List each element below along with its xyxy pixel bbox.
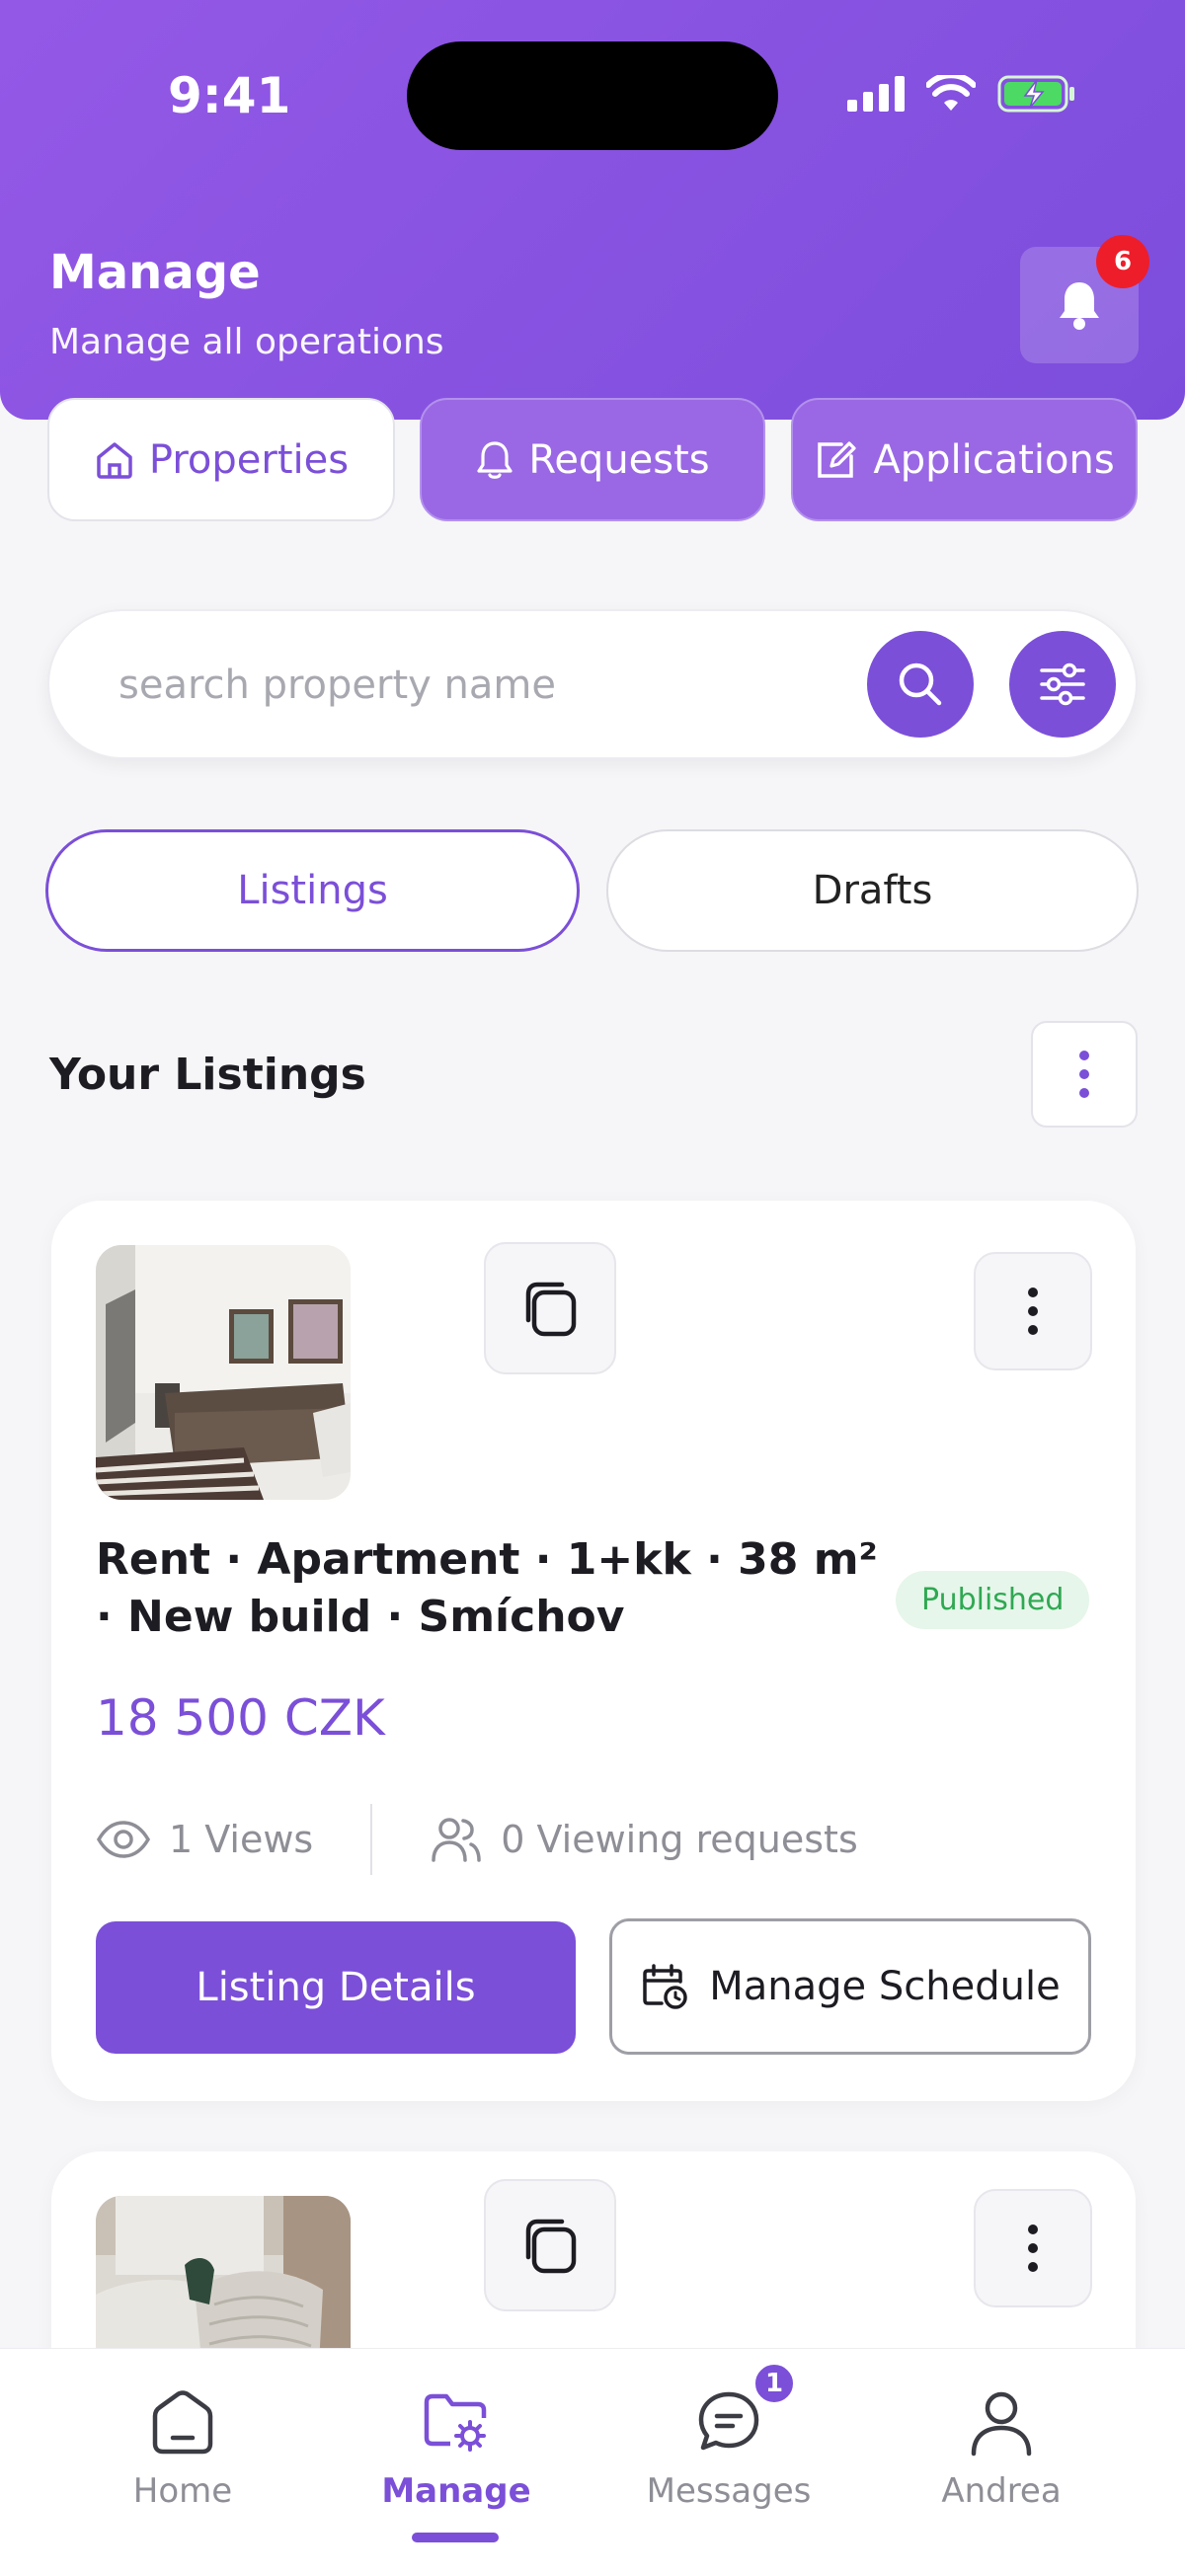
edit-icon: [818, 440, 856, 478]
views-stat: 1 Views: [96, 1818, 313, 1861]
bottom-nav: Home Manage Messages Andrea: [0, 2348, 1185, 2576]
status-badge: Published: [896, 1571, 1090, 1629]
segment-drafts[interactable]: Drafts: [606, 829, 1139, 952]
manage-schedule-button[interactable]: Manage Schedule: [609, 1918, 1091, 2055]
user-icon: [971, 2391, 1032, 2457]
listing-card[interactable]: Rent · Apartment · 1+kk · 38 m² · New bu…: [51, 1201, 1136, 2101]
nav-label: Andrea: [941, 2471, 1062, 2511]
more-vertical-icon: [1028, 2225, 1038, 2272]
listing-more-button[interactable]: [974, 2189, 1092, 2307]
nav-profile[interactable]: Andrea: [893, 2386, 1110, 2511]
filter-button[interactable]: [1009, 631, 1116, 738]
copy-icon: [525, 2219, 577, 2274]
nav-label: Home: [132, 2471, 233, 2511]
duplicate-button[interactable]: [484, 2179, 616, 2311]
views-count: 1 Views: [169, 1818, 314, 1861]
listing-more-button[interactable]: [974, 1252, 1092, 1370]
viewing-requests-stat: 0 Viewing requests: [430, 1815, 858, 1864]
tab-label: Applications: [873, 436, 1115, 483]
search-button[interactable]: [867, 631, 974, 738]
listing-photo: [96, 1245, 351, 1500]
eye-icon: [96, 1821, 151, 1858]
listing-price: 18 500 CZK: [96, 1689, 385, 1747]
notification-badge: 6: [1096, 235, 1149, 288]
nav-label: Messages: [646, 2471, 812, 2511]
listing-stats: 1 Views 0 Viewing requests: [96, 1804, 858, 1875]
status-time: 9:41: [168, 67, 291, 124]
bell-icon: [1060, 282, 1099, 330]
status-icons: [847, 71, 1076, 117]
tab-label: Requests: [528, 436, 710, 483]
tab-requests[interactable]: Requests: [420, 398, 765, 521]
listing-title: Rent · Apartment · 1+kk · 38 m² · New bu…: [96, 1534, 878, 1642]
calendar-clock-icon: [643, 1964, 688, 2009]
copy-icon: [525, 1282, 577, 1337]
home-icon: [152, 2390, 213, 2455]
dynamic-island: [407, 41, 778, 150]
more-vertical-icon: [1028, 1288, 1038, 1335]
chat-icon: [698, 2391, 759, 2451]
search-bar: [47, 609, 1138, 759]
nav-home[interactable]: Home: [74, 2386, 291, 2511]
home-icon: [97, 441, 132, 479]
more-vertical-icon: [1079, 1051, 1089, 1098]
tab-properties[interactable]: Properties: [47, 398, 395, 521]
tab-applications[interactable]: Applications: [791, 398, 1138, 521]
listing-details-button[interactable]: Listing Details: [96, 1921, 576, 2054]
active-tab-indicator: [412, 2533, 499, 2542]
nav-messages[interactable]: Messages: [620, 2386, 837, 2511]
nav-label: Manage: [381, 2471, 531, 2511]
folder-settings-icon: [424, 2393, 487, 2452]
messages-badge: 1: [752, 2362, 796, 2405]
search-icon: [899, 663, 942, 706]
section-title: Your Listings: [49, 1050, 366, 1100]
page-subtitle: Manage all operations: [49, 322, 444, 362]
signal-icon: [847, 76, 905, 112]
listings-more-button[interactable]: [1031, 1021, 1138, 1128]
duplicate-button[interactable]: [484, 1242, 616, 1374]
bell-icon: [477, 440, 513, 479]
users-icon: [432, 1818, 481, 1862]
nav-manage[interactable]: Manage: [348, 2386, 565, 2511]
tab-label: Properties: [148, 436, 350, 483]
sliders-icon: [1040, 663, 1085, 706]
page-title: Manage: [49, 245, 261, 300]
stats-divider: [370, 1804, 373, 1875]
battery-charging-icon: [997, 75, 1074, 113]
search-input[interactable]: [118, 653, 810, 718]
wifi-icon: [926, 75, 976, 111]
viewing-requests-count: 0 Viewing requests: [501, 1818, 858, 1861]
manage-schedule-label: Manage Schedule: [709, 1964, 1061, 2009]
segment-listings[interactable]: Listings: [45, 829, 580, 952]
